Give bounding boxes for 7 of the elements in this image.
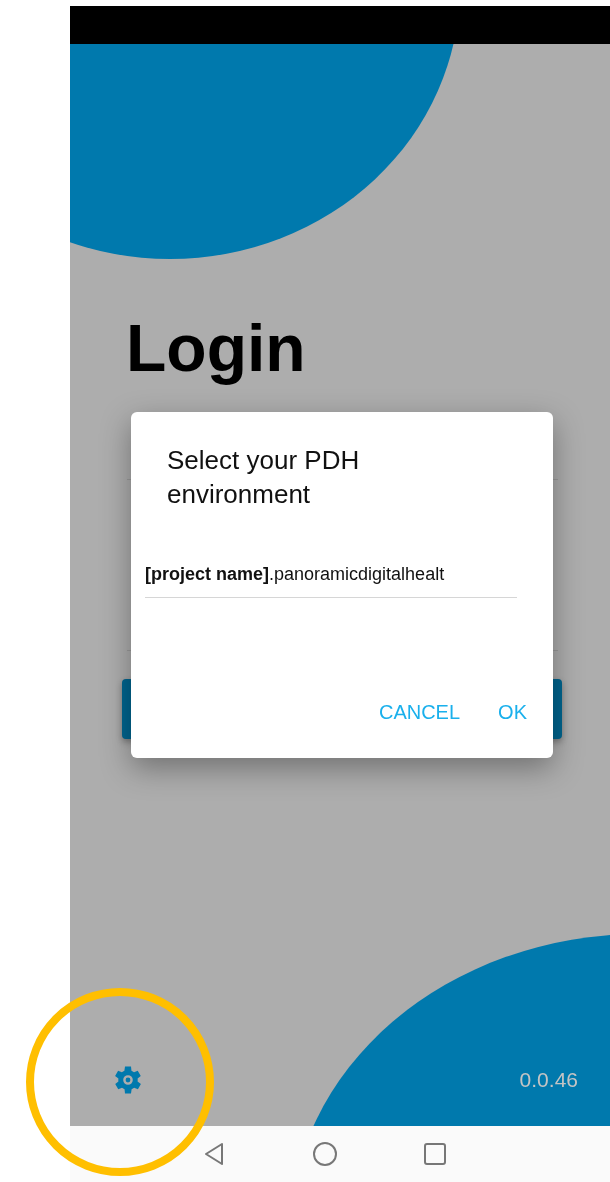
home-icon[interactable] — [310, 1139, 340, 1169]
version-label: 0.0.46 — [519, 1068, 578, 1092]
login-heading: Login — [126, 312, 307, 385]
ok-button[interactable]: OK — [490, 695, 535, 730]
dialog-title: Select your PDH environment — [167, 444, 361, 511]
cancel-button[interactable]: CANCEL — [370, 695, 469, 730]
environment-field[interactable]: [project name].panoramicdigitalhealt — [145, 563, 517, 598]
